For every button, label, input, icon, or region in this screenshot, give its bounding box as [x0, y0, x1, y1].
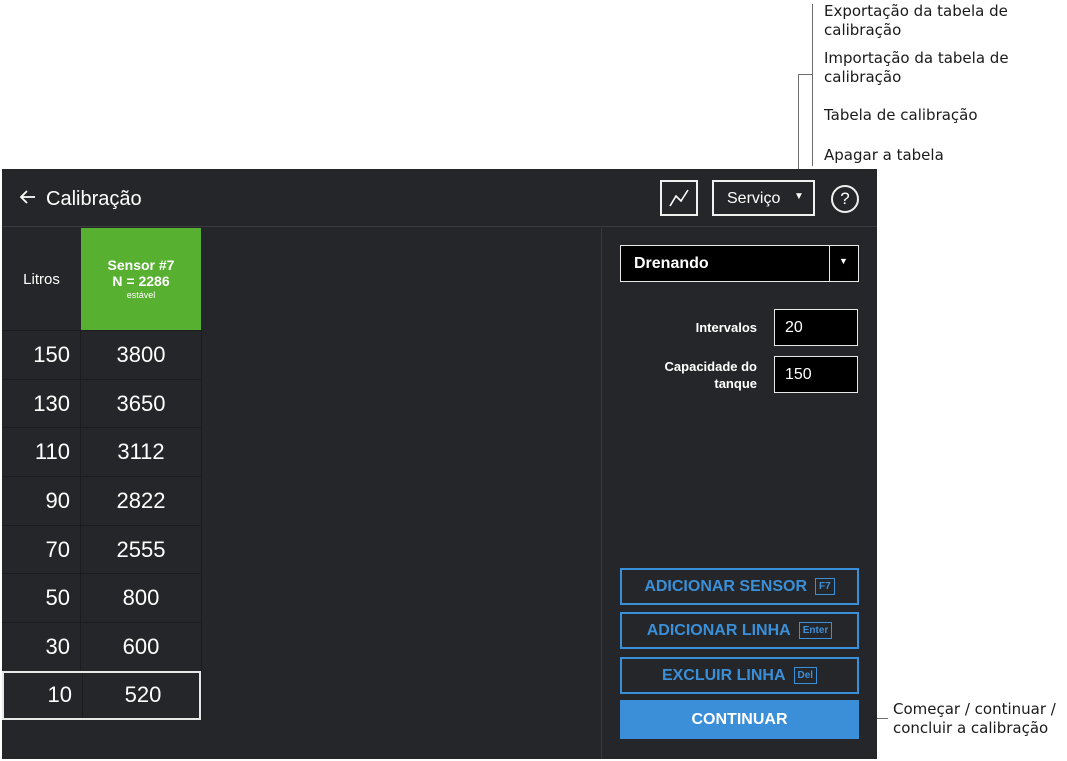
sensor-value-cell[interactable]: 3650	[81, 380, 201, 428]
question-mark-icon: ?	[840, 189, 850, 208]
sensor-value-cell[interactable]: 3800	[81, 331, 201, 379]
continue-button[interactable]: CONTINUAR	[620, 700, 859, 739]
table-row[interactable]: 30 600	[2, 622, 201, 671]
table-row[interactable]: 110 3112	[2, 427, 201, 477]
dropdown-separator	[829, 246, 830, 281]
annotation-import-table: Importação da tabela de calibração	[824, 49, 1009, 86]
arrow-left-icon[interactable]	[18, 187, 38, 207]
litros-cell[interactable]: 50	[2, 574, 81, 623]
calibration-table: 150 3800 130 3650 110 3112 90 2822 70 25…	[2, 330, 201, 720]
annotation-clear-table: Apagar a tabela	[824, 146, 944, 164]
annotation-continue: Começar / continuar / concluir a calibra…	[893, 700, 1056, 737]
calibration-window: Calibração Serviço ▼ ? Litros Sensor #7 …	[2, 169, 877, 759]
sensor-value-cell[interactable]: 2822	[81, 477, 201, 525]
service-dropdown-label: Serviço	[727, 190, 781, 207]
shortcut-key-badge: F7	[815, 578, 835, 595]
column-header-sensor[interactable]: Sensor #7 N = 2286 estável	[81, 228, 201, 330]
capacity-label-line1: Capacidade do	[664, 359, 757, 374]
table-row[interactable]: 70 2555	[2, 524, 201, 574]
sensor-state: estável	[126, 290, 156, 300]
shortcut-key-badge: Del	[793, 667, 818, 684]
table-divider	[201, 330, 202, 720]
table-row[interactable]: 90 2822	[2, 476, 201, 525]
litros-cell[interactable]: 110	[2, 428, 81, 477]
sensor-value-cell[interactable]: 2555	[81, 526, 201, 574]
annotation-bracket	[812, 4, 813, 166]
mode-dropdown[interactable]: Drenando ▼	[620, 245, 859, 282]
add-sensor-label: ADICIONAR SENSOR	[644, 577, 807, 595]
service-dropdown[interactable]: Serviço ▼	[712, 180, 815, 216]
delete-row-label: EXCLUIR LINHA	[661, 666, 786, 684]
shortcut-key-badge: Enter	[798, 622, 833, 639]
sensor-name: Sensor #7	[107, 257, 175, 273]
capacity-label-line2: tanque	[714, 376, 757, 391]
page-title: Calibração	[46, 188, 142, 210]
intervals-input[interactable]: 20	[774, 309, 858, 346]
table-row[interactable]: 150 3800	[2, 330, 201, 379]
sensor-value-cell[interactable]: 800	[81, 574, 201, 622]
add-sensor-button[interactable]: ADICIONAR SENSOR F7	[620, 568, 859, 605]
column-header-litros: Litros	[23, 270, 60, 288]
capacity-input[interactable]: 150	[774, 356, 858, 393]
litros-cell[interactable]: 130	[2, 379, 81, 428]
sensor-value-cell[interactable]: 520	[83, 673, 203, 718]
annotation-calibration-table: Tabela de calibração	[824, 106, 978, 124]
sensor-n-value: N = 2286	[112, 273, 170, 289]
capacity-label: Capacidade do tanque	[622, 358, 757, 392]
litros-cell[interactable]: 30	[2, 623, 81, 671]
litros-cell[interactable]: 90	[2, 477, 81, 525]
line-chart-icon	[669, 189, 689, 207]
table-row[interactable]: 130 3650	[2, 378, 201, 428]
help-button[interactable]: ?	[831, 185, 859, 213]
mode-dropdown-value: Drenando	[634, 255, 709, 272]
table-row[interactable]: 50 800	[2, 573, 201, 623]
add-row-button[interactable]: ADICIONAR LINHA Enter	[620, 612, 859, 649]
sensor-value-cell[interactable]: 600	[81, 623, 201, 671]
caret-down-icon: ▼	[794, 191, 804, 202]
annotation-connector-top	[798, 74, 812, 75]
litros-cell[interactable]: 70	[2, 525, 81, 574]
sensor-value-cell[interactable]: 3112	[81, 428, 201, 476]
delete-row-button[interactable]: EXCLUIR LINHA Del	[620, 657, 859, 694]
annotation-export-table: Exportação da tabela de calibração	[824, 2, 1008, 39]
litros-cell[interactable]: 150	[2, 331, 81, 379]
header-bar: Calibração Serviço ▼ ?	[2, 169, 877, 227]
panel-divider	[601, 228, 602, 759]
litros-cell[interactable]: 10	[4, 672, 83, 718]
add-row-label: ADICIONAR LINHA	[646, 621, 791, 639]
table-row-selected[interactable]: 10 520	[2, 670, 203, 720]
caret-down-icon[interactable]: ▼	[839, 256, 848, 266]
chart-button[interactable]	[660, 180, 698, 216]
intervals-label: Intervalos	[695, 320, 757, 335]
